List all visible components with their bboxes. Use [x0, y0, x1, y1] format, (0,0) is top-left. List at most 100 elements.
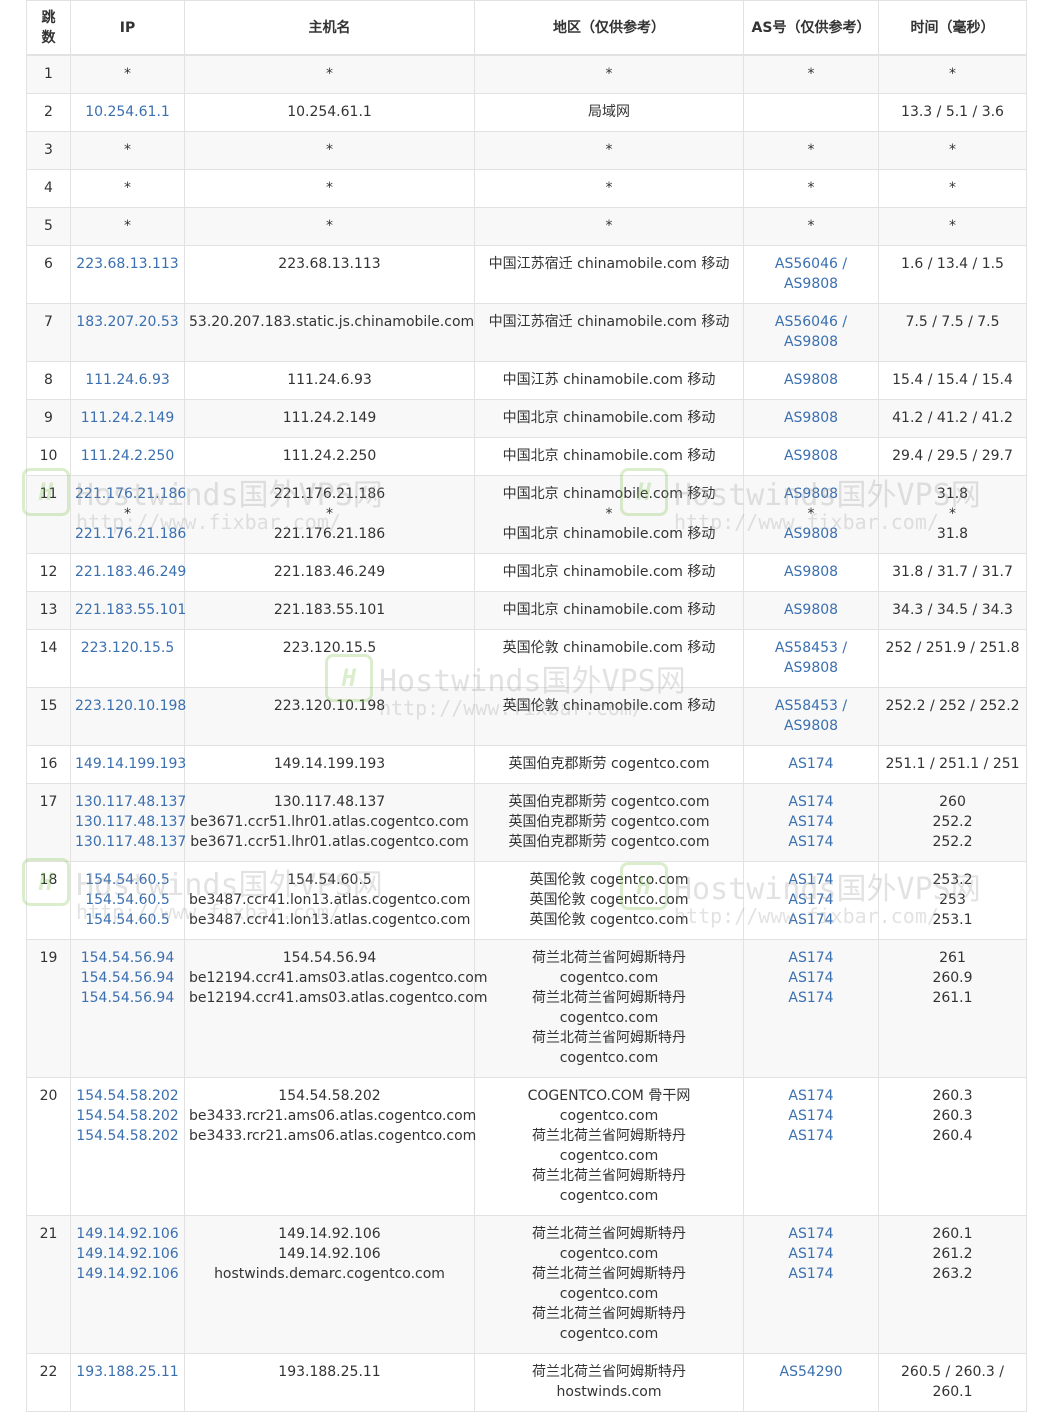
ip-link[interactable]: 130.117.48.137	[75, 832, 186, 852]
as-link[interactable]: AS174	[748, 870, 874, 890]
ip-link[interactable]: 221.183.46.249	[75, 562, 186, 582]
region-line: 中国北京 chinamobile.com 移动	[502, 564, 716, 580]
ip-link[interactable]: 154.54.56.94	[75, 968, 180, 988]
as-link[interactable]: AS174	[748, 832, 874, 852]
time-line: 260.4	[932, 1128, 973, 1144]
as-link[interactable]: AS56046 /	[748, 312, 874, 332]
hostname-cell: 130.117.48.137 be3671.ccr51.lhr01.atlas.c…	[184, 783, 475, 862]
as-link[interactable]: AS174	[748, 968, 874, 988]
hop-cell: 22	[26, 1353, 71, 1412]
ip-link[interactable]: 154.54.58.202	[75, 1086, 180, 1106]
as-link[interactable]: AS9808	[748, 524, 874, 544]
ip-link[interactable]: 154.54.60.5	[75, 890, 180, 910]
ip-link[interactable]: 154.54.58.202	[75, 1126, 180, 1146]
as-link[interactable]: AS9808	[748, 274, 874, 294]
region-line: 中国江苏宿迁 chinamobile.com 移动	[488, 256, 730, 272]
as-link[interactable]: AS9808	[748, 562, 874, 582]
region-line: cogentco.com	[559, 1108, 659, 1124]
hostname-cell: 154.54.58.202 be3433.rcr21.ams06.atlas.co…	[184, 1077, 476, 1216]
hostname-cell: *	[184, 131, 475, 170]
host-line: 223.68.13.113	[278, 256, 381, 272]
region-line: 英国伦敦 chinamobile.com 移动	[502, 640, 716, 656]
as-link[interactable]: AS9808	[748, 716, 874, 736]
as-link[interactable]: AS9808	[748, 446, 874, 466]
time-line: 260.3	[932, 1088, 973, 1104]
ip-link: *	[124, 142, 131, 158]
hostname-cell: 221.183.46.249	[184, 553, 475, 592]
ip-link[interactable]: 149.14.92.106	[75, 1244, 180, 1264]
as-link[interactable]: AS54290	[748, 1362, 874, 1382]
as-link[interactable]: AS58453 /	[748, 696, 874, 716]
as-link[interactable]: AS174	[748, 1126, 874, 1146]
ip-link[interactable]: 111.24.2.250	[75, 446, 180, 466]
ip-link[interactable]: 221.176.21.186	[75, 484, 186, 504]
ip-link[interactable]: 221.176.21.186	[75, 524, 186, 544]
ip-cell: 154.54.58.202 154.54.58.202 154.54.58.202	[70, 1077, 185, 1216]
as-link[interactable]: AS174	[748, 988, 874, 1008]
header-hostname: 主机名	[184, 0, 475, 56]
ip-link[interactable]: 111.24.2.149	[75, 408, 180, 428]
hop-cell: 18	[26, 861, 71, 940]
as-link[interactable]: AS9808	[748, 600, 874, 620]
table-header: 跳 数 IP 主机名 地区（仅供参考） AS号（仅供参考） 时间（毫秒）	[26, 0, 1027, 56]
as-link[interactable]: AS9808	[748, 484, 874, 504]
as-link[interactable]: AS174	[748, 754, 874, 774]
as-cell: AS9808 * AS9808	[743, 475, 879, 554]
as-link[interactable]: AS56046 /	[748, 254, 874, 274]
ip-link[interactable]: 154.54.60.5	[75, 870, 180, 890]
as-cell: *	[743, 207, 879, 246]
ip-link[interactable]: 154.54.60.5	[75, 910, 180, 930]
ip-link[interactable]: 223.68.13.113	[75, 254, 180, 274]
as-link[interactable]: AS174	[748, 1244, 874, 1264]
hop-cell: 2	[26, 93, 71, 132]
region-line: 荷兰北荷兰省阿姆斯特丹	[532, 1226, 686, 1242]
region-line: 中国北京 chinamobile.com 移动	[502, 526, 716, 542]
hop-cell: 7	[26, 303, 71, 362]
as-link[interactable]: AS58453 /	[748, 638, 874, 658]
as-link[interactable]: AS174	[748, 910, 874, 930]
ip-link[interactable]: 149.14.92.106	[75, 1224, 180, 1244]
ip-cell: 154.54.56.94 154.54.56.94 154.54.56.94	[70, 939, 185, 1078]
as-link[interactable]: AS9808	[748, 408, 874, 428]
ip-link[interactable]: 223.120.15.5	[75, 638, 180, 658]
ip-link[interactable]: 154.54.56.94	[75, 948, 180, 968]
as-link[interactable]: AS9808	[748, 370, 874, 390]
ip-link[interactable]: 10.254.61.1	[75, 102, 180, 122]
ip-link[interactable]: 130.117.48.137	[75, 812, 186, 832]
region-line: 中国江苏 chinamobile.com 移动	[502, 372, 716, 388]
as-cell: AS9808	[743, 361, 879, 400]
region-line: 荷兰北荷兰省阿姆斯特丹	[532, 990, 686, 1006]
host-line: 149.14.92.106	[278, 1226, 381, 1242]
ip-link[interactable]: 130.117.48.137	[75, 792, 186, 812]
ip-cell: 193.188.25.11	[70, 1353, 185, 1412]
table-row: 13 221.183.55.101 221.183.55.101 中国北京 china…	[26, 591, 1027, 630]
region-line: 英国伯克郡斯劳 cogentco.com	[508, 794, 710, 810]
as-link[interactable]: AS174	[748, 1106, 874, 1126]
as-link[interactable]: AS174	[748, 1264, 874, 1284]
as-link[interactable]: AS174	[748, 1086, 874, 1106]
ip-link[interactable]: 149.14.92.106	[75, 1264, 180, 1284]
region-cell: *	[474, 207, 744, 246]
as-link[interactable]: AS174	[748, 948, 874, 968]
time-line: 13.3 / 5.1 / 3.6	[901, 104, 1004, 120]
time-line: 260.1	[932, 1384, 973, 1400]
ip-link[interactable]: 193.188.25.11	[75, 1362, 180, 1382]
host-line: be3487.ccr41.lon13.atlas.cogentco.com	[189, 912, 471, 928]
as-link[interactable]: AS174	[748, 792, 874, 812]
ip-link[interactable]: 149.14.199.193	[75, 754, 186, 774]
as-link[interactable]: AS174	[748, 890, 874, 910]
ip-cell: 223.68.13.113	[70, 245, 185, 304]
ip-link[interactable]: 154.54.56.94	[75, 988, 180, 1008]
ip-link[interactable]: 183.207.20.53	[75, 312, 180, 332]
as-link[interactable]: AS174	[748, 1224, 874, 1244]
time-cell: 41.2 / 41.2 / 41.2	[878, 399, 1027, 438]
ip-link[interactable]: 111.24.6.93	[75, 370, 180, 390]
hostname-cell: *	[184, 54, 475, 94]
as-link[interactable]: AS174	[748, 812, 874, 832]
ip-link[interactable]: 223.120.10.198	[75, 696, 186, 716]
ip-link[interactable]: 154.54.58.202	[75, 1106, 180, 1126]
ip-link[interactable]: 221.183.55.101	[75, 600, 186, 620]
time-cell: 260.1 261.2 263.2	[878, 1215, 1027, 1354]
as-link[interactable]: AS9808	[748, 332, 874, 352]
as-link[interactable]: AS9808	[748, 658, 874, 678]
